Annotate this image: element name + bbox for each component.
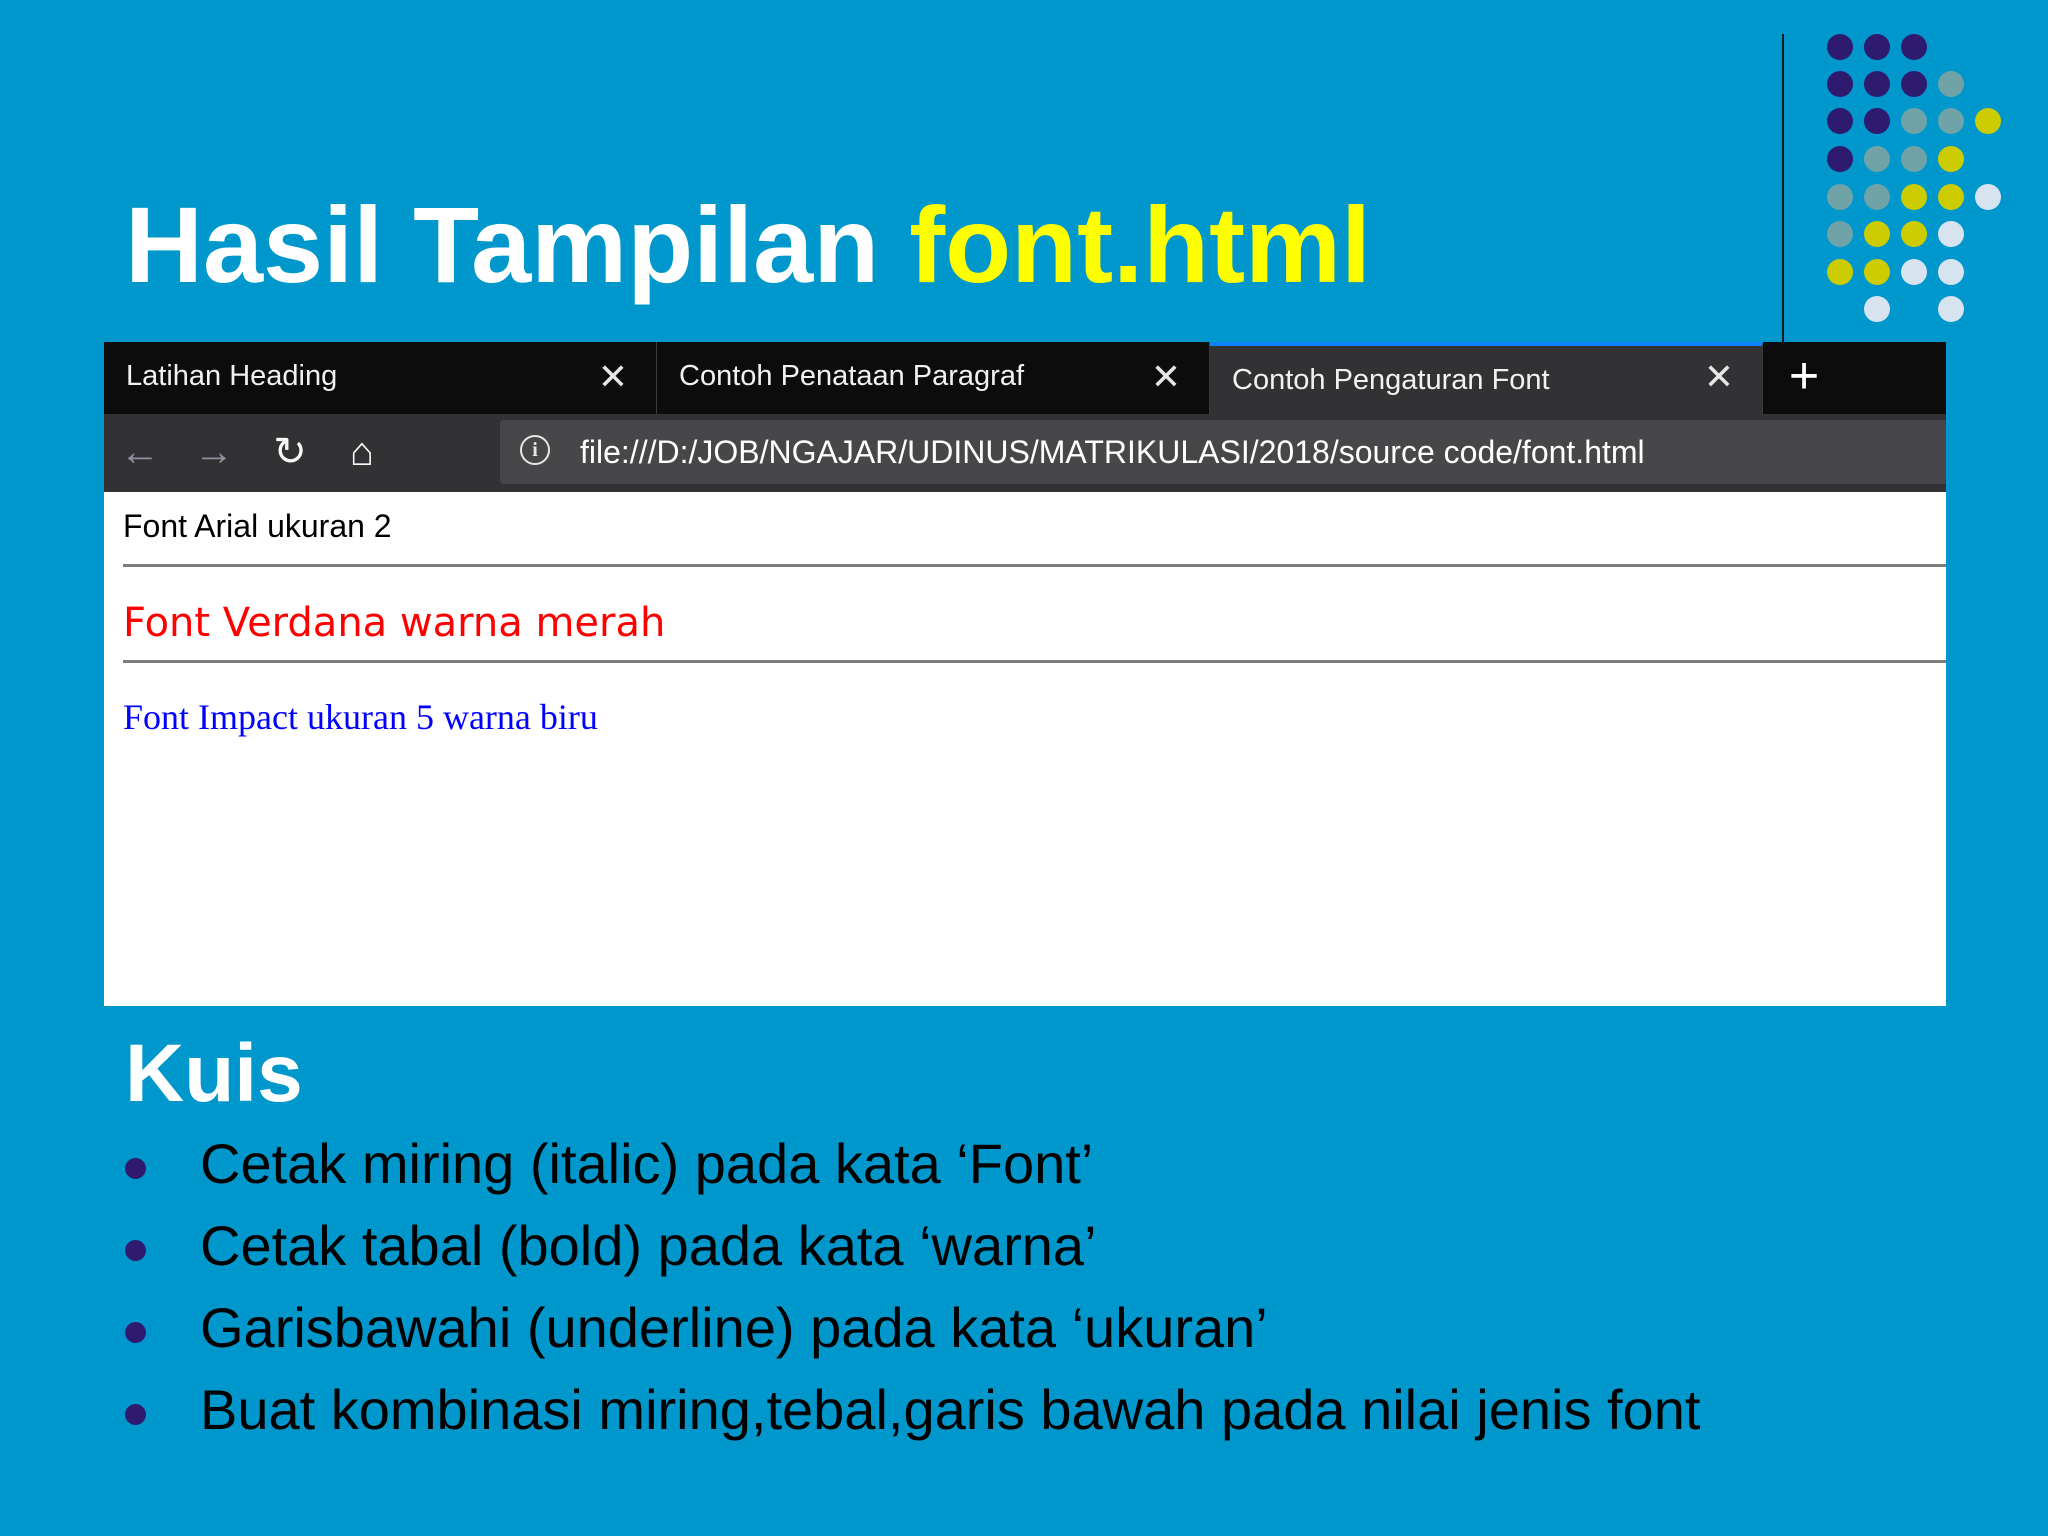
decorative-dot	[1938, 296, 1964, 322]
new-tab-button[interactable]: +	[1764, 344, 1844, 412]
decorative-dot	[1864, 259, 1890, 285]
decorative-dot	[1864, 296, 1890, 322]
forward-arrow-icon[interactable]: →	[188, 426, 240, 478]
decorative-dot	[1864, 146, 1890, 172]
close-icon[interactable]: ✕	[1151, 356, 1181, 398]
font-impact-text: Font Impact ukuran 5 warna biru	[123, 697, 598, 737]
browser-window: Latihan Heading ✕ Contoh Penataan Paragr…	[104, 342, 1946, 1006]
decorative-dot	[1975, 108, 2001, 134]
tab-label: Latihan Heading	[126, 360, 338, 392]
info-icon[interactable]: i	[520, 435, 550, 465]
tab-contoh-pengaturan-font[interactable]: Contoh Pengaturan Font ✕	[1210, 342, 1763, 414]
decorative-dot	[1864, 71, 1890, 97]
decorative-dot	[1901, 259, 1927, 285]
decorative-dot	[1938, 146, 1964, 172]
decorative-dot	[1827, 71, 1853, 97]
decorative-dot	[1901, 221, 1927, 247]
back-arrow-icon[interactable]: ←	[114, 426, 166, 478]
tab-label: Contoh Pengaturan Font	[1232, 364, 1550, 396]
tab-contoh-penataan-paragraf[interactable]: Contoh Penataan Paragraf ✕	[657, 342, 1210, 414]
bullet-icon	[125, 1322, 146, 1343]
decorative-dot	[1827, 259, 1853, 285]
decorative-dot	[1938, 108, 1964, 134]
close-icon[interactable]: ✕	[598, 356, 628, 398]
bullet-icon	[125, 1158, 146, 1179]
decorative-dot	[1901, 108, 1927, 134]
decorative-dot	[1827, 184, 1853, 210]
bullet-icon	[125, 1404, 146, 1425]
decorative-dot	[1864, 108, 1890, 134]
horizontal-rule	[123, 660, 1946, 663]
tab-bar: Latihan Heading ✕ Contoh Penataan Paragr…	[104, 342, 1946, 414]
list-item-text: Cetak miring (italic) pada kata ‘Font’	[200, 1132, 1094, 1195]
decorative-dot	[1938, 259, 1964, 285]
reload-icon[interactable]: ↻	[264, 426, 316, 478]
tab-label: Contoh Penataan Paragraf	[679, 360, 1025, 392]
decorative-dot	[1901, 184, 1927, 210]
horizontal-rule	[123, 564, 1946, 567]
close-icon[interactable]: ✕	[1704, 356, 1734, 398]
decorative-dot	[1864, 221, 1890, 247]
kuis-heading: Kuis	[125, 1028, 303, 1119]
page-content: Font Arial ukuran 2 Font Verdana warna m…	[104, 492, 1946, 1006]
decorative-dot	[1901, 71, 1927, 97]
decorative-dot	[1864, 184, 1890, 210]
decorative-dot	[1827, 34, 1853, 60]
decorative-dot	[1827, 221, 1853, 247]
list-item-text: Garisbawahi (underline) pada kata ‘ukura…	[200, 1296, 1268, 1359]
font-arial-text: Font Arial ukuran 2	[123, 508, 392, 544]
navigation-toolbar: ← → ↻ ⌂ i file:///D:/JOB/NGAJAR/UDINUS/M…	[104, 414, 1946, 492]
decorative-dot	[1901, 34, 1927, 60]
slide-title-highlight: font.html	[909, 184, 1372, 305]
url-text[interactable]: file:///D:/JOB/NGAJAR/UDINUS/MATRIKULASI…	[580, 434, 1645, 471]
slide-title: Hasil Tampilan font.html	[125, 180, 1371, 310]
decorative-dot	[1975, 184, 2001, 210]
url-bar[interactable]: i file:///D:/JOB/NGAJAR/UDINUS/MATRIKULA…	[500, 420, 1946, 484]
decorative-dot	[1938, 71, 1964, 97]
decorative-dot	[1938, 221, 1964, 247]
bullet-icon	[125, 1240, 146, 1261]
decorative-dot	[1827, 146, 1853, 172]
tab-latihan-heading[interactable]: Latihan Heading ✕	[104, 342, 657, 414]
decorative-dot	[1827, 108, 1853, 134]
list-item-text: Cetak tabal (bold) pada kata ‘warna’	[200, 1214, 1097, 1277]
font-verdana-text: Font Verdana warna merah	[123, 600, 666, 646]
decorative-dot	[1938, 184, 1964, 210]
slide-title-prefix: Hasil Tampilan	[125, 184, 910, 305]
decorative-dot	[1901, 146, 1927, 172]
home-icon[interactable]: ⌂	[336, 426, 388, 478]
decorative-dot	[1864, 34, 1890, 60]
decorative-vertical-line	[1782, 34, 1784, 344]
list-item-text: Buat kombinasi miring,tebal,garis bawah …	[200, 1378, 1701, 1441]
